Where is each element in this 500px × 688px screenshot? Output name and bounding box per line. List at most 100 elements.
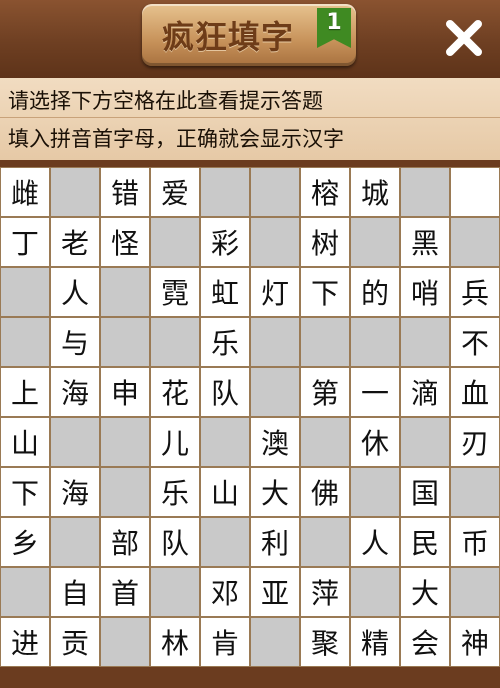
grid-cell[interactable]: 城 [350,167,400,217]
grid-cell[interactable]: 儿 [150,417,200,467]
blocked-cell [50,417,100,467]
grid-cell[interactable]: 一 [350,367,400,417]
close-icon [446,20,482,56]
grid-cell[interactable]: 萍 [300,567,350,617]
grid-cell[interactable]: 进 [0,617,50,667]
hint-line-select: 请选择下方空格在此查看提示答题 [8,89,323,113]
blocked-cell [200,167,250,217]
grid-cell[interactable]: 精 [350,617,400,667]
grid-cell[interactable]: 雌 [0,167,50,217]
grid-cell[interactable]: 大 [250,467,300,517]
grid-cell[interactable]: 滴 [400,367,450,417]
grid-cell[interactable]: 怪 [100,217,150,267]
grid-cell[interactable]: 人 [350,517,400,567]
blocked-cell [400,167,450,217]
grid-cell[interactable]: 山 [200,467,250,517]
hint-line-pinyin: 填入拼音首字母，正确就会显示汉字 [8,127,344,151]
grid-cell[interactable]: 与 [50,317,100,367]
grid-cell[interactable]: 乐 [150,467,200,517]
grid-cell[interactable]: 邓 [200,567,250,617]
grid-cell[interactable]: 佛 [300,467,350,517]
grid-cell[interactable]: 利 [250,517,300,567]
blocked-cell [0,267,50,317]
hint-panel: 请选择下方空格在此查看提示答题 填入拼音首字母，正确就会显示汉字 [0,78,500,161]
grid-cell[interactable]: 错 [100,167,150,217]
grid-cell[interactable]: 下 [300,267,350,317]
blocked-cell [350,217,400,267]
grid-cell[interactable] [450,167,500,217]
grid-cell[interactable]: 黑 [400,217,450,267]
grid-cell[interactable]: 不 [450,317,500,367]
grid-cell[interactable]: 爱 [150,167,200,217]
blocked-cell [300,517,350,567]
blocked-cell [350,567,400,617]
grid-cell[interactable]: 霓 [150,267,200,317]
grid-cell[interactable]: 血 [450,367,500,417]
grid-cell[interactable]: 榕 [300,167,350,217]
grid-cell[interactable]: 树 [300,217,350,267]
grid-cell[interactable]: 乐 [200,317,250,367]
grid-cell[interactable]: 神 [450,617,500,667]
grid-cell[interactable]: 民 [400,517,450,567]
blocked-cell [400,417,450,467]
blocked-cell [0,317,50,367]
grid-cell[interactable]: 彩 [200,217,250,267]
blocked-cell [250,617,300,667]
blocked-cell [250,167,300,217]
grid-cell[interactable]: 队 [200,367,250,417]
blocked-cell [100,317,150,367]
grid-cell[interactable]: 币 [450,517,500,567]
grid-cell[interactable]: 第 [300,367,350,417]
grid-cell[interactable]: 队 [150,517,200,567]
grid-cell[interactable]: 会 [400,617,450,667]
blocked-cell [450,567,500,617]
blocked-cell [0,567,50,617]
blocked-cell [250,317,300,367]
grid-cell[interactable]: 休 [350,417,400,467]
blocked-cell [150,317,200,367]
blocked-cell [50,167,100,217]
grid-cell[interactable]: 国 [400,467,450,517]
grid-cell[interactable]: 上 [0,367,50,417]
game-title: 疯狂填字 [162,18,295,56]
grid-cell[interactable]: 兵 [450,267,500,317]
blocked-cell [250,217,300,267]
grid-cell[interactable]: 山 [0,417,50,467]
blocked-cell [350,467,400,517]
grid-cell[interactable]: 申 [100,367,150,417]
grid-cell[interactable]: 乡 [0,517,50,567]
grid-cell[interactable]: 林 [150,617,200,667]
blocked-cell [200,517,250,567]
grid-cell[interactable]: 肯 [200,617,250,667]
blocked-cell [300,317,350,367]
grid-cell[interactable]: 哨 [400,267,450,317]
grid-cell[interactable]: 丁 [0,217,50,267]
blocked-cell [350,317,400,367]
grid-cell[interactable]: 老 [50,217,100,267]
grid-cell[interactable]: 刃 [450,417,500,467]
top-bar: 疯狂填字 1 [0,0,500,79]
grid-cell[interactable]: 下 [0,467,50,517]
blocked-cell [100,617,150,667]
grid-cell[interactable]: 灯 [250,267,300,317]
grid-cell[interactable]: 的 [350,267,400,317]
grid-cell[interactable]: 海 [50,467,100,517]
blocked-cell [100,267,150,317]
grid-cell[interactable]: 花 [150,367,200,417]
grid-cell[interactable]: 大 [400,567,450,617]
grid-cell[interactable]: 澳 [250,417,300,467]
grid-cell[interactable]: 海 [50,367,100,417]
grid-cell[interactable]: 虹 [200,267,250,317]
blocked-cell [400,317,450,367]
close-button[interactable] [436,10,492,66]
crossword-grid: 雌错爱榕城丁老怪彩树黑人霓虹灯下的哨兵与乐不上海申花队第一滴血山儿澳休刃下海乐山… [0,167,500,667]
blocked-cell [100,417,150,467]
grid-cell[interactable]: 亚 [250,567,300,617]
grid-cell[interactable]: 聚 [300,617,350,667]
grid-cell[interactable]: 人 [50,267,100,317]
grid-cell[interactable]: 首 [100,567,150,617]
grid-cell[interactable]: 贡 [50,617,100,667]
grid-cell[interactable]: 自 [50,567,100,617]
grid-cell[interactable]: 部 [100,517,150,567]
blocked-cell [50,517,100,567]
